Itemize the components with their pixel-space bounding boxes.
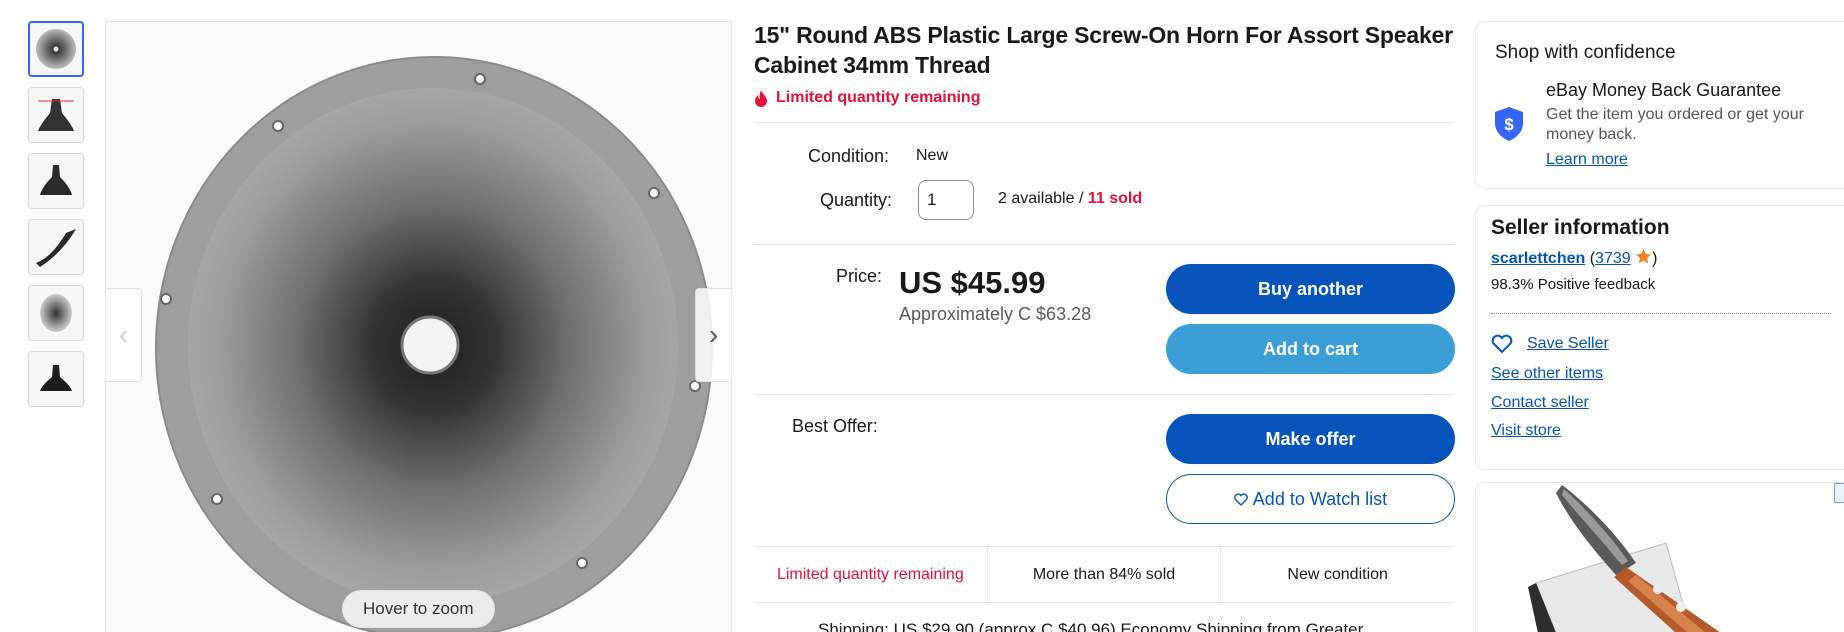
- item-title: 15" Round ABS Plastic Large Screw-On Hor…: [754, 22, 1453, 78]
- buy-another-button[interactable]: Buy another: [1166, 264, 1455, 314]
- item-price: US $45.99: [899, 265, 1046, 300]
- heart-icon: [1234, 492, 1248, 506]
- chevron-right-icon: ›: [708, 319, 719, 350]
- main-product-image[interactable]: ‹ › Hover to zoom: [105, 21, 732, 632]
- thumbnail-6[interactable]: [28, 351, 84, 407]
- thumbnail-3[interactable]: [28, 153, 84, 209]
- urgency-message: Limited quantity remaining: [754, 89, 1454, 107]
- money-back-guarantee-description: Get the item you ordered or get your mon…: [1546, 106, 1804, 143]
- add-to-watchlist-label: Add to Watch list: [1252, 488, 1388, 509]
- seller-information-card: Seller information scarlettchen (3739 ) …: [1475, 205, 1844, 470]
- horn-thumbnail-icon: [36, 29, 76, 69]
- quantity-input[interactable]: 1: [918, 180, 974, 220]
- urgency-text: Limited quantity remaining: [776, 89, 981, 106]
- thumbnail-strip: [28, 21, 86, 417]
- add-to-cart-button[interactable]: Add to cart: [1166, 324, 1455, 374]
- learn-more-link[interactable]: Learn more: [1546, 151, 1628, 169]
- item-details: 15" Round ABS Plastic Large Screw-On Hor…: [754, 20, 1454, 107]
- confidence-heading: Shop with confidence: [1495, 42, 1676, 63]
- seller-identity: scarlettchen (3739 ): [1491, 249, 1658, 267]
- horn-thumbnail-icon: [40, 294, 72, 332]
- thumbnail-2[interactable]: [28, 87, 84, 143]
- feedback-score-link[interactable]: 3739: [1595, 250, 1631, 267]
- seller-name-link[interactable]: scarlettchen: [1491, 250, 1585, 267]
- horn-product-photo: [155, 56, 713, 632]
- approximate-price: Approximately C $63.28: [899, 304, 1092, 324]
- shield-dollar-icon: $: [1495, 107, 1523, 141]
- next-image-button[interactable]: ›: [695, 288, 731, 382]
- best-offer-label: Best Offer:: [792, 416, 878, 436]
- contact-seller-link[interactable]: Contact seller: [1491, 394, 1589, 412]
- thumbnail-1[interactable]: [28, 21, 84, 77]
- horn-thumbnail-icon: [40, 365, 72, 391]
- availability-text: 2 available / 11 sold: [998, 190, 1142, 208]
- thumbnail-4[interactable]: [28, 219, 84, 275]
- horn-thumbnail-icon: [38, 99, 74, 131]
- sold-count: 11 sold: [1087, 190, 1143, 207]
- star-icon: [1636, 249, 1652, 264]
- item-highlights: Limited quantity remaining More than 84%…: [754, 546, 1454, 603]
- thumbnail-5[interactable]: [28, 285, 84, 341]
- save-seller-link[interactable]: Save Seller: [1527, 335, 1609, 353]
- hover-to-zoom-hint: Hover to zoom: [342, 590, 495, 628]
- money-back-guarantee-title: eBay Money Back Guarantee: [1546, 80, 1782, 100]
- make-offer-button[interactable]: Make offer: [1166, 414, 1455, 464]
- advertisement[interactable]: [1475, 482, 1844, 632]
- highlight-limited: Limited quantity remaining: [754, 547, 988, 602]
- chevron-left-icon: ‹: [118, 319, 129, 350]
- see-other-items-link[interactable]: See other items: [1491, 365, 1603, 383]
- divider: [754, 122, 1454, 123]
- condition-value: New: [916, 147, 949, 164]
- divider: [1491, 313, 1831, 314]
- knife-ad-image: [1528, 485, 1720, 632]
- horn-thumbnail-icon: [40, 165, 72, 195]
- highlight-condition: New condition: [1287, 565, 1388, 583]
- previous-image-button[interactable]: ‹: [106, 288, 142, 382]
- visit-store-link[interactable]: Visit store: [1491, 422, 1561, 440]
- heart-icon[interactable]: [1491, 334, 1513, 354]
- shipping-row: Shipping: US $29.90 (approx C $40.96) Ec…: [818, 620, 1364, 632]
- seller-heading: Seller information: [1491, 216, 1670, 239]
- quantity-label: Quantity:: [820, 190, 893, 210]
- ad-choices-icon[interactable]: [1834, 483, 1844, 503]
- positive-feedback: 98.3% Positive feedback: [1491, 276, 1656, 293]
- condition-label: Condition:: [808, 146, 890, 166]
- shop-with-confidence-card: Shop with confidence $ eBay Money Back G…: [1475, 21, 1844, 189]
- svg-text:$: $: [1504, 115, 1514, 134]
- available-count: 2 available /: [998, 190, 1088, 207]
- horn-thumbnail-icon: [36, 229, 76, 267]
- add-to-watchlist-button[interactable]: Add to Watch list: [1166, 474, 1455, 524]
- highlight-sold: More than 84% sold: [988, 547, 1222, 602]
- price-label: Price:: [836, 266, 883, 286]
- fire-icon: [755, 89, 767, 107]
- divider: [754, 244, 1454, 245]
- divider: [754, 394, 1454, 395]
